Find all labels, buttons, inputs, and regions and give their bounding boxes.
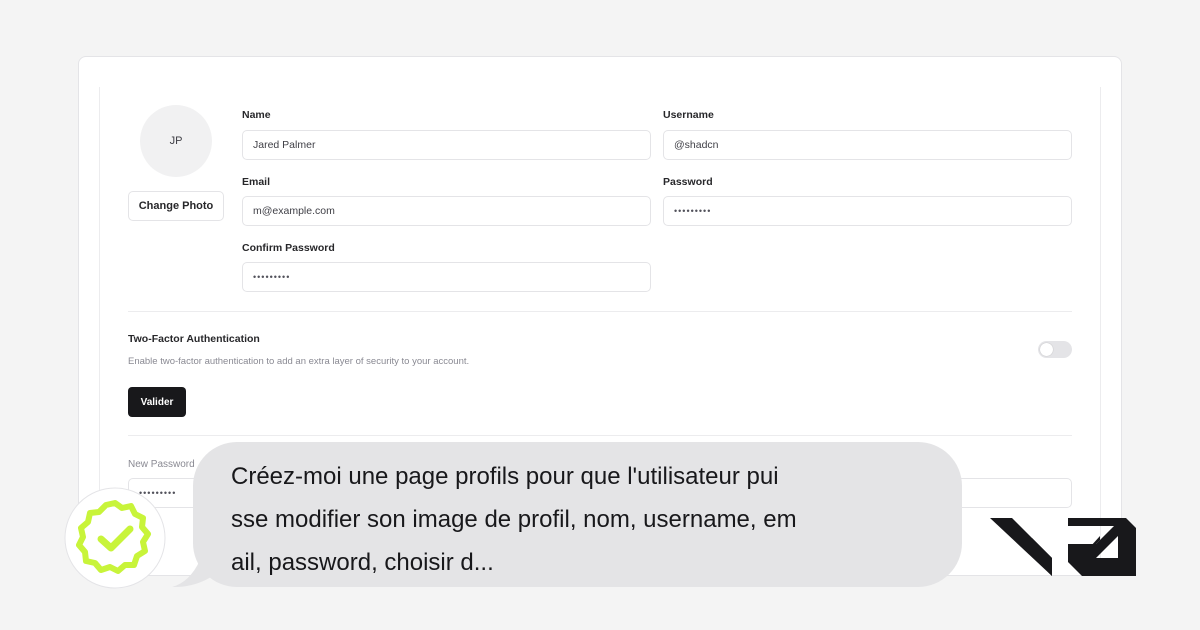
password-input[interactable]: •••••••••: [663, 196, 1072, 226]
name-input[interactable]: Jared Palmer: [242, 130, 651, 160]
two-factor-title: Two-Factor Authentication: [128, 333, 260, 345]
confirm-password-input[interactable]: •••••••••: [242, 262, 651, 292]
chat-prompt-text: Créez-moi une page profils pour que l'ut…: [231, 463, 797, 576]
verified-check-icon: [64, 487, 166, 589]
password-label: Password: [663, 176, 713, 188]
v0-logo: [990, 518, 1136, 576]
two-factor-description: Enable two-factor authentication to add …: [128, 356, 470, 367]
username-input[interactable]: @shadcn: [663, 130, 1072, 160]
section-divider: [128, 435, 1072, 436]
change-photo-button[interactable]: Change Photo: [128, 191, 224, 221]
two-factor-toggle[interactable]: [1038, 341, 1072, 358]
new-password-label: New Password: [128, 459, 195, 470]
name-label: Name: [242, 109, 271, 121]
section-divider: [128, 311, 1072, 312]
email-label: Email: [242, 176, 271, 188]
avatar-initials: JP: [169, 135, 183, 147]
validate-button[interactable]: Valider: [128, 387, 186, 417]
confirm-password-label: Confirm Password: [242, 242, 335, 254]
avatar: JP: [140, 105, 212, 177]
username-label: Username: [663, 109, 714, 121]
email-input[interactable]: m@example.com: [242, 196, 651, 226]
toggle-knob: [1040, 343, 1053, 356]
